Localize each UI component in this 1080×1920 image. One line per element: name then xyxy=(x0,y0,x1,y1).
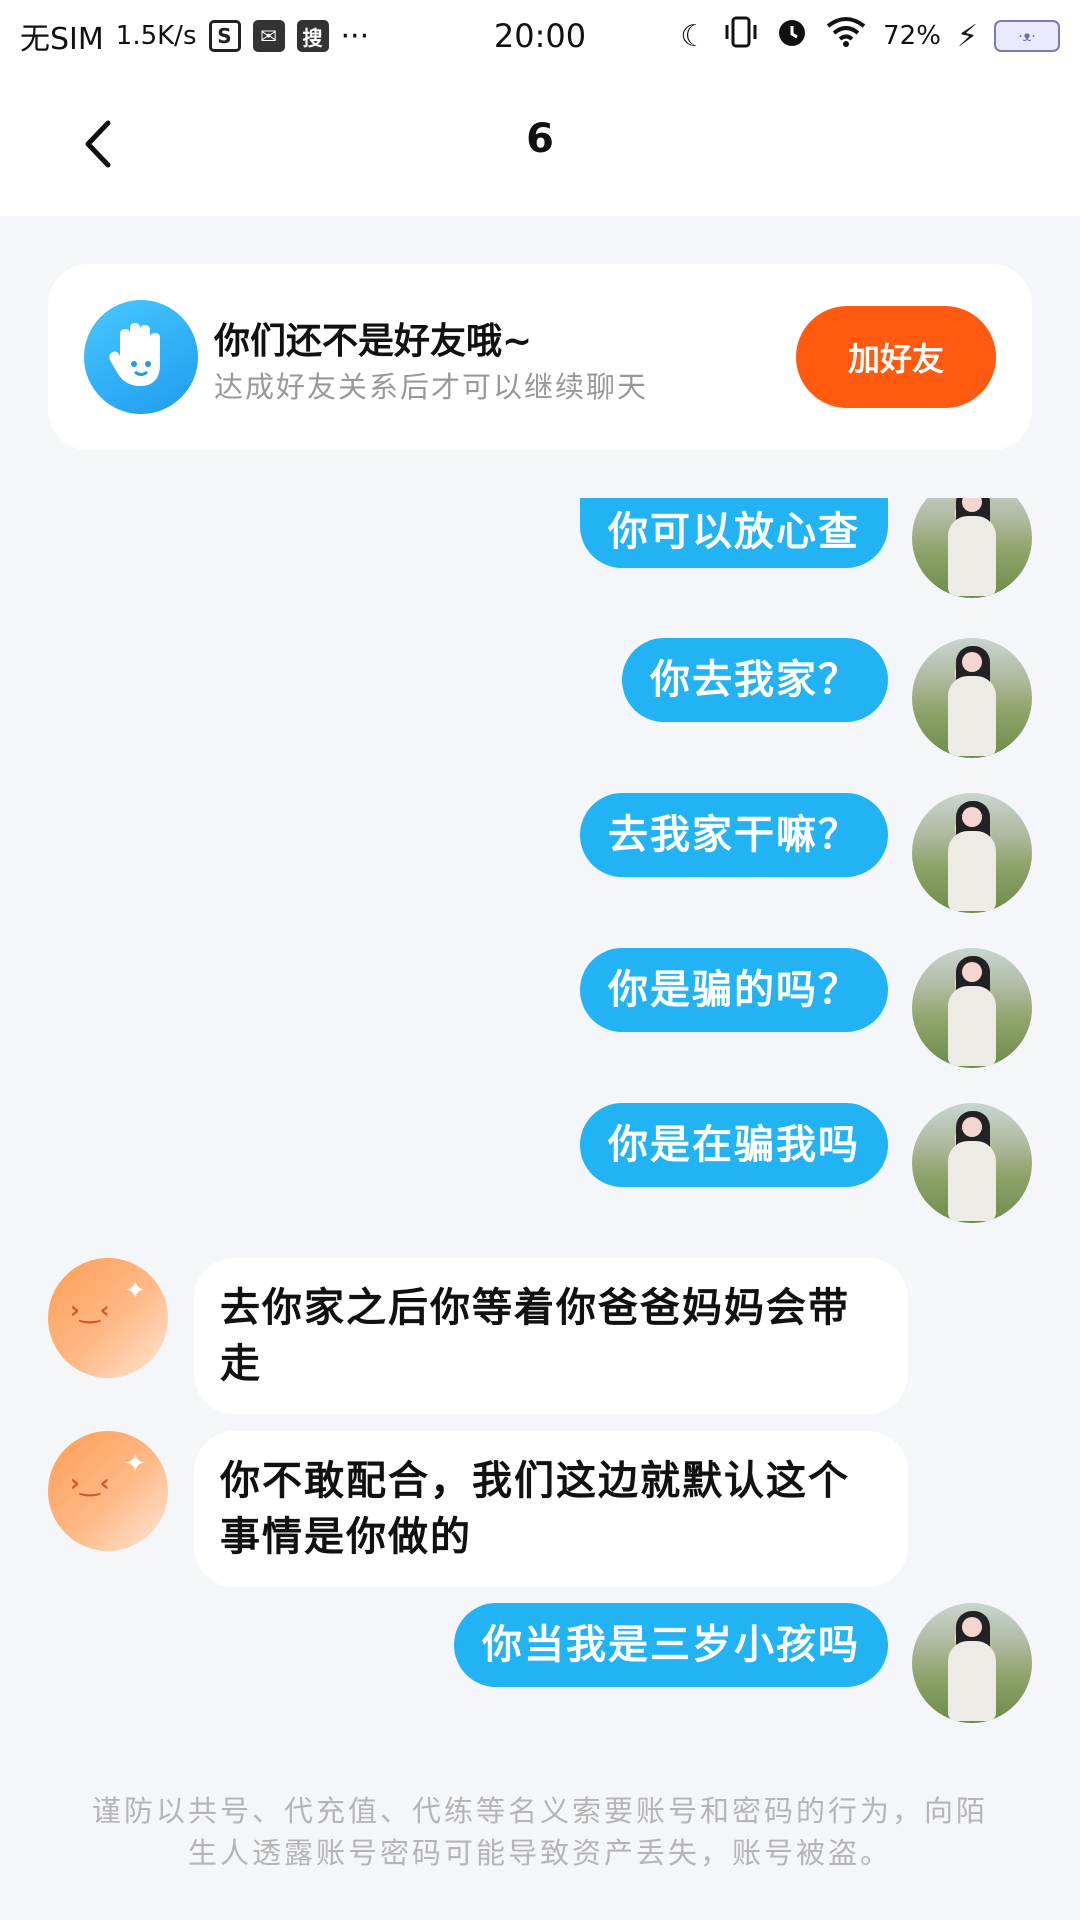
my-avatar[interactable] xyxy=(912,498,1032,598)
status-bar: 无SIM 1.5K/s S ✉ 搜 ··· 20:00 ☾ 72% ⚡ ·ᴥ· xyxy=(0,0,1080,72)
not-friend-banner: 你们还不是好友哦~ 达成好友关系后才可以继续聊天 加好友 xyxy=(48,264,1032,450)
my-avatar[interactable] xyxy=(912,793,1032,913)
charging-icon: ⚡ xyxy=(956,18,978,54)
message-bubble[interactable]: 你不敢配合，我们这边就默认这个事情是你做的 xyxy=(194,1431,908,1587)
sparkle-icon: ✦ xyxy=(124,1449,146,1479)
banner-title: 你们还不是好友哦~ xyxy=(214,321,533,362)
wifi-icon xyxy=(825,16,867,56)
contact-avatar[interactable]: ✦ ›‿‹ xyxy=(48,1258,168,1378)
page-title: 6 xyxy=(526,116,554,162)
message-list[interactable]: 你可以放心查 你去我家？ 去我家干嘛？ 你是骗的吗？ 你是在骗我吗 ✦ ›‿‹ … xyxy=(0,498,1080,1758)
s-app-icon: S xyxy=(208,20,241,52)
alarm-icon xyxy=(775,15,809,57)
security-warning: 谨防以共号、代充值、代练等名义索要账号和密码的行为，向陌生人透露账号密码可能导致… xyxy=(91,1794,988,1870)
my-avatar[interactable] xyxy=(912,638,1032,758)
smile-face-icon: ›‿‹ xyxy=(70,1296,110,1324)
message-bubble[interactable]: 去你家之后你等着你爸爸妈妈会带走 xyxy=(194,1258,908,1414)
add-friend-button[interactable]: 加好友 xyxy=(796,306,996,408)
message-bubble[interactable]: 你是在骗我吗 xyxy=(580,1103,888,1187)
battery-icon: ·ᴥ· xyxy=(994,20,1060,52)
my-avatar[interactable] xyxy=(912,1603,1032,1723)
message-bubble[interactable]: 去我家干嘛？ xyxy=(580,793,888,877)
message-bubble[interactable]: 你是骗的吗？ xyxy=(580,948,888,1032)
banner-subtitle: 达成好友关系后才可以继续聊天 xyxy=(214,370,649,404)
search-app-icon: 搜 xyxy=(296,20,329,52)
contact-avatar[interactable]: ✦ ›‿‹ xyxy=(48,1431,168,1551)
vibrate-icon xyxy=(723,15,759,57)
mail-icon: ✉ xyxy=(252,20,285,52)
my-avatar[interactable] xyxy=(912,948,1032,1068)
moon-icon: ☾ xyxy=(680,18,708,54)
message-bubble[interactable]: 你可以放心查 xyxy=(580,498,888,568)
sparkle-icon: ✦ xyxy=(124,1276,146,1306)
carrier-label: 无SIM xyxy=(20,22,104,57)
smile-face-icon: ›‿‹ xyxy=(70,1469,110,1497)
message-bubble[interactable]: 你当我是三岁小孩吗 xyxy=(454,1603,888,1687)
network-speed: 1.5K/s xyxy=(115,21,197,51)
more-notifications-icon: ··· xyxy=(340,18,370,54)
message-bubble[interactable]: 你去我家？ xyxy=(622,638,888,722)
chat-header: 6 xyxy=(0,72,1080,216)
my-avatar[interactable] xyxy=(912,1103,1032,1223)
battery-percent: 72% xyxy=(883,21,941,51)
wave-hand-icon xyxy=(84,300,198,414)
